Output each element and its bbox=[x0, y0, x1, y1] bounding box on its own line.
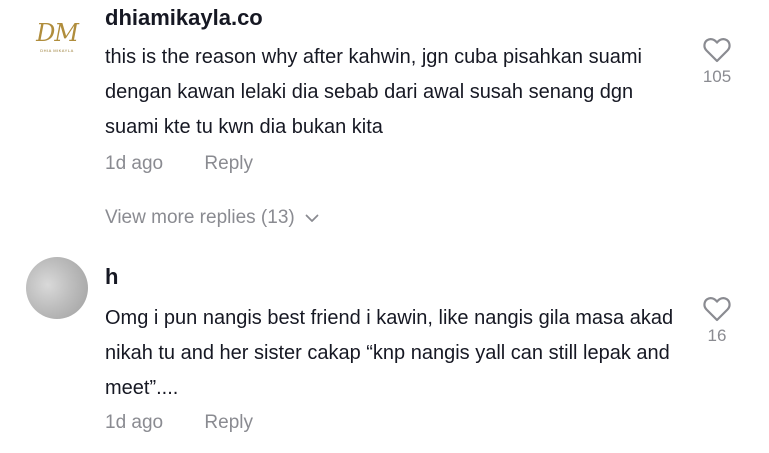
reply-button[interactable]: Reply bbox=[204, 412, 253, 433]
avatar-logo-subtext: DHIA MIKAYLA bbox=[40, 48, 74, 53]
comment-timestamp: 1d ago bbox=[105, 153, 164, 174]
like-count: 105 bbox=[702, 67, 732, 86]
like-button[interactable]: 105 bbox=[700, 37, 734, 87]
heart-outline-icon bbox=[703, 38, 731, 63]
view-more-replies-button[interactable]: View more replies (13) bbox=[105, 207, 319, 229]
comment-meta: 1d ago Reply bbox=[105, 412, 253, 434]
comment-username[interactable]: h bbox=[105, 264, 118, 290]
like-count: 16 bbox=[707, 326, 727, 345]
like-button[interactable]: 16 bbox=[700, 296, 734, 346]
avatar[interactable]: DM DHIA MIKAYLA bbox=[26, 6, 88, 68]
reply-button[interactable]: Reply bbox=[204, 153, 253, 174]
comment-username[interactable]: dhiamikayla.co bbox=[105, 5, 263, 31]
chevron-down-icon bbox=[305, 214, 319, 222]
view-more-replies-label: View more replies (13) bbox=[105, 207, 295, 228]
comment-text: this is the reason why after kahwin, jgn… bbox=[105, 46, 642, 138]
heart-outline-icon bbox=[703, 297, 731, 322]
comment-timestamp: 1d ago bbox=[105, 412, 164, 433]
comment-meta: 1d ago Reply bbox=[105, 153, 253, 175]
avatar-logo-mark: DM bbox=[36, 19, 79, 47]
comment-text: Omg i pun nangis best friend i kawin, li… bbox=[105, 307, 674, 399]
avatar[interactable] bbox=[26, 257, 88, 319]
